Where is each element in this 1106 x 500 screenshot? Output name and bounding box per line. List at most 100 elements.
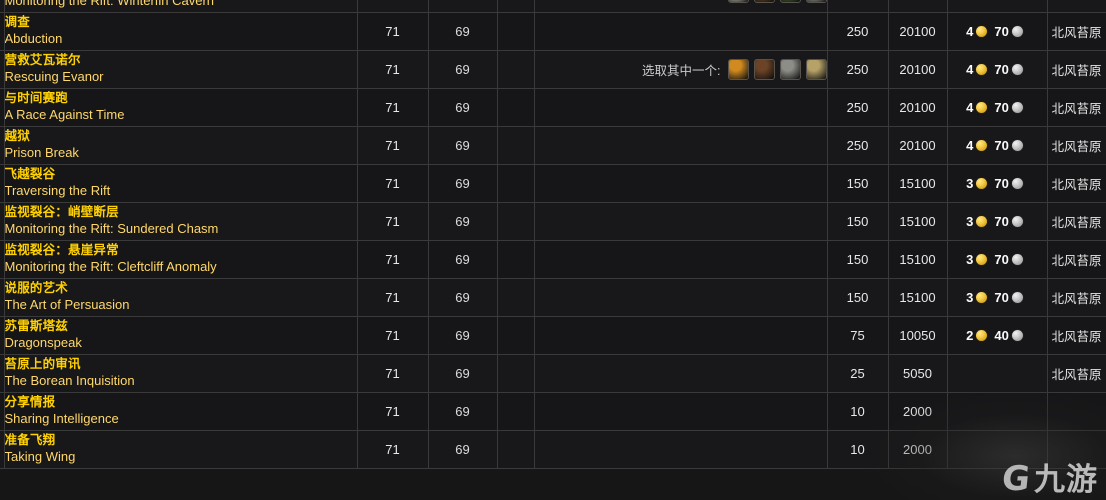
table-row[interactable]: 说服的艺术 The Art of Persuasion 71 69 150 15100 3 7…: [0, 278, 1106, 317]
experience-value: 2000: [888, 430, 948, 469]
quest-name-cell[interactable]: 苔原上的审讯 The Borean Inquisition: [4, 354, 358, 393]
reward-item-icon[interactable]: [753, 58, 775, 80]
table-row[interactable]: 调查 Abduction 71 69 250 20100 4 70 北风苔原: [0, 12, 1106, 51]
quest-name-cell[interactable]: 监视裂谷：悬崖异常 Monitoring the Rift: Cleftcliff…: [4, 240, 358, 279]
silver-coin-icon: [1011, 291, 1023, 303]
zone-name[interactable]: 北风苔原: [1047, 202, 1106, 241]
table-row[interactable]: 与时间赛跑 A Race Against Time 71 69 250 20100 4 70 北…: [0, 88, 1106, 127]
reward-item-icon[interactable]: [805, 0, 826, 4]
gold-coin-icon: [976, 101, 988, 113]
zone-name[interactable]: 北风苔原: [1047, 316, 1106, 355]
quest-table: 监视裂谷：冬鳞洞穴Monitoring the Rift: Winterfin …: [0, 0, 1106, 469]
reputation-value: 25: [827, 354, 889, 393]
table-row[interactable]: 飞越裂谷 Traversing the Rift 71 69 150 15100 3 70 北风…: [0, 164, 1106, 203]
quest-side: [497, 354, 535, 393]
table-row[interactable]: 苔原上的审讯 The Borean Inquisition 71 69 25 5050 北风…: [0, 354, 1106, 393]
quest-name-cell[interactable]: 分享情报 Sharing Intelligence: [4, 392, 358, 431]
zone-name[interactable]: 北风苔原: [1047, 126, 1106, 165]
silver-amount: 70: [994, 99, 1009, 115]
money-reward-cell: 2 40: [947, 316, 1048, 355]
silver-amount: 70: [994, 213, 1009, 229]
quest-level: 71: [357, 50, 429, 89]
quest-name-cell[interactable]: 营救艾瓦诺尔 Rescuing Evanor: [4, 50, 358, 89]
quest-name-en: The Art of Persuasion: [4, 297, 130, 313]
reputation-value: 150: [827, 240, 889, 279]
zone-name[interactable]: 北风苔原: [1047, 240, 1106, 279]
zone-name[interactable]: 北风苔原: [1047, 50, 1106, 89]
reward-item-icon[interactable]: [779, 58, 801, 80]
quest-name-cell[interactable]: 飞越裂谷 Traversing the Rift: [4, 164, 358, 203]
zone-name[interactable]: [1047, 392, 1106, 431]
quest-name-en: Taking Wing: [4, 449, 76, 465]
quest-name-cn: 监视裂谷：悬崖异常: [4, 242, 119, 257]
gold-amount: 2: [966, 327, 974, 343]
silver-coin-icon: [1011, 215, 1023, 227]
zone-name[interactable]: 北风苔原: [1047, 88, 1106, 127]
table-row[interactable]: 苏雷斯塔兹 Dragonspeak 71 69 75 10050 2 40 北风苔原: [0, 316, 1106, 355]
quest-name-cell[interactable]: 与时间赛跑 A Race Against Time: [4, 88, 358, 127]
gold-coin-icon: [976, 253, 988, 265]
zone-name[interactable]: 北风苔原: [1047, 12, 1106, 51]
table-row[interactable]: 越狱 Prison Break 71 69 250 20100 4 70 北风苔原: [0, 126, 1106, 165]
reputation-value: 250: [827, 88, 889, 127]
reward-item-icon[interactable]: [779, 0, 801, 4]
zone-name[interactable]: 北风苔原: [1047, 0, 1106, 13]
zone-name[interactable]: 北风苔原: [1047, 354, 1106, 393]
quest-side: [497, 278, 535, 317]
reward-item-icon[interactable]: [805, 58, 826, 80]
table-row[interactable]: 分享情报 Sharing Intelligence 71 69 10 2000: [0, 392, 1106, 431]
silver-amount: 70: [994, 61, 1009, 77]
table-row[interactable]: 准备飞翔 Taking Wing 71 69 10 2000: [0, 430, 1106, 469]
quest-name-en: Monitoring the Rift: Sundered Chasm: [4, 221, 219, 237]
gold-coin-icon: [976, 177, 988, 189]
quest-name-cell[interactable]: 监视裂谷：峭壁断层 Monitoring the Rift: Sundered C…: [4, 202, 358, 241]
reward-item-icon[interactable]: [727, 58, 749, 80]
quest-name-cell[interactable]: 调查 Abduction: [4, 12, 358, 51]
silver-amount: 70: [994, 137, 1009, 153]
silver-amount: 70: [994, 251, 1009, 267]
gold-coin-icon: [976, 329, 988, 341]
zone-name[interactable]: [1047, 430, 1106, 469]
required-level: 69: [428, 12, 498, 51]
quest-name-cell[interactable]: 越狱 Prison Break: [4, 126, 358, 165]
reputation-value: 250: [827, 126, 889, 165]
experience-value: 2000: [888, 392, 948, 431]
quest-name-cell[interactable]: 苏雷斯塔兹 Dragonspeak: [4, 316, 358, 355]
money-reward-cell: 3 70: [947, 202, 1048, 241]
quest-name-cn: 越狱: [4, 128, 30, 143]
quest-level: 71: [357, 278, 429, 317]
quest-level: 71: [357, 0, 429, 13]
quest-level: 71: [357, 240, 429, 279]
quest-side: [497, 50, 535, 89]
silver-amount: 70: [994, 289, 1009, 305]
quest-name-cn: 准备飞翔: [4, 432, 56, 447]
required-level: 69: [428, 202, 498, 241]
reward-item-icon[interactable]: [753, 0, 775, 4]
quest-rewards-cell: [534, 126, 828, 165]
reputation-value: 10: [827, 430, 889, 469]
money-reward-cell: 4 70: [947, 50, 1048, 89]
table-row[interactable]: 监视裂谷：冬鳞洞穴Monitoring the Rift: Winterfin …: [0, 0, 1106, 13]
table-row[interactable]: 监视裂谷：悬崖异常 Monitoring the Rift: Cleftcliff…: [0, 240, 1106, 279]
quest-name-cell[interactable]: 监视裂谷：冬鳞洞穴Monitoring the Rift: Winterfin …: [4, 0, 358, 13]
quest-name-en: Dragonspeak: [4, 335, 82, 351]
required-level: 69: [428, 88, 498, 127]
gold-amount: 4: [966, 137, 974, 153]
zone-name[interactable]: 北风苔原: [1047, 164, 1106, 203]
table-row[interactable]: 监视裂谷：峭壁断层 Monitoring the Rift: Sundered C…: [0, 202, 1106, 241]
quest-name-en: Monitoring the Rift: Winterfin Cavern: [4, 0, 215, 8]
quest-name-cell[interactable]: 说服的艺术 The Art of Persuasion: [4, 278, 358, 317]
quest-name-cn: 调查: [4, 14, 30, 29]
quest-name-cell[interactable]: 准备飞翔 Taking Wing: [4, 430, 358, 469]
experience-value: 10050: [888, 316, 948, 355]
money-reward-cell: 3 70: [947, 164, 1048, 203]
reward-item-icon[interactable]: [727, 0, 749, 4]
required-level: 69: [428, 240, 498, 279]
table-row[interactable]: 营救艾瓦诺尔 Rescuing Evanor 71 69 选取其中一个: 250 20100…: [0, 50, 1106, 89]
silver-amount: 70: [994, 23, 1009, 39]
zone-name[interactable]: 北风苔原: [1047, 278, 1106, 317]
gold-amount: 3: [966, 175, 974, 191]
gold-coin-icon: [976, 139, 988, 151]
quest-side: [497, 0, 535, 13]
experience-value: 15100: [888, 240, 948, 279]
